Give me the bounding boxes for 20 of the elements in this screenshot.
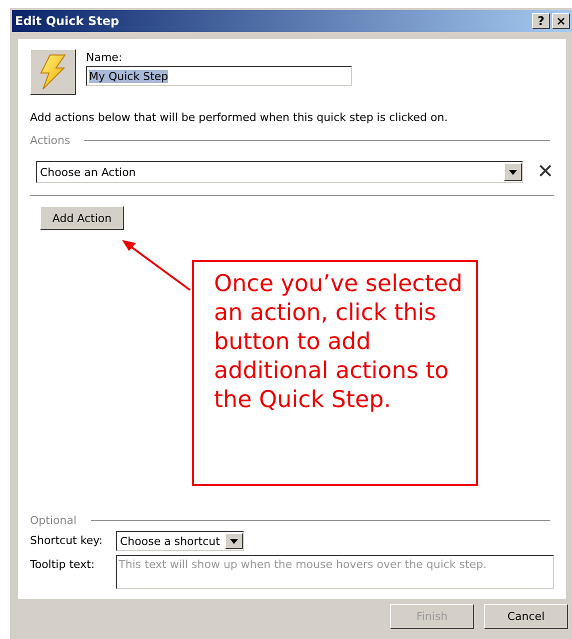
add-action-button[interactable]: Add Action [40,206,124,230]
section-heading: Actions [30,134,70,147]
section-heading: Optional [30,514,77,527]
instructions-text: Add actions below that will be performed when this quick step is clicked on. [30,111,449,124]
tooltip-text-label: Tooltip text: [30,557,96,571]
name-label: Name: [86,51,124,64]
name-field[interactable]: My Quick Step [86,66,352,86]
dropdown-arrow-icon [230,538,238,544]
callout-text: Once you’ve selected an action, click this button to add additional actions to the Quick Step. [192,260,478,486]
shortcut-key-label: Shortcut key: [30,533,104,547]
dropdown-arrow-icon [509,170,517,174]
tooltip-text-field[interactable]: This text will show up when the mouse hovers over the quick step. [116,555,554,589]
action-dropdown[interactable]: Choose an Action [36,161,523,183]
shortcut-dropdown[interactable]: Choose a shortcut [116,531,244,551]
help-button[interactable]: ? [532,13,550,29]
lightning-bolt-icon [30,49,76,95]
cancel-button[interactable]: Cancel [484,604,568,629]
window-title: Edit Quick Step [15,14,120,28]
remove-action-button[interactable]: ✕ [537,162,554,182]
close-button[interactable]: × [552,13,570,29]
